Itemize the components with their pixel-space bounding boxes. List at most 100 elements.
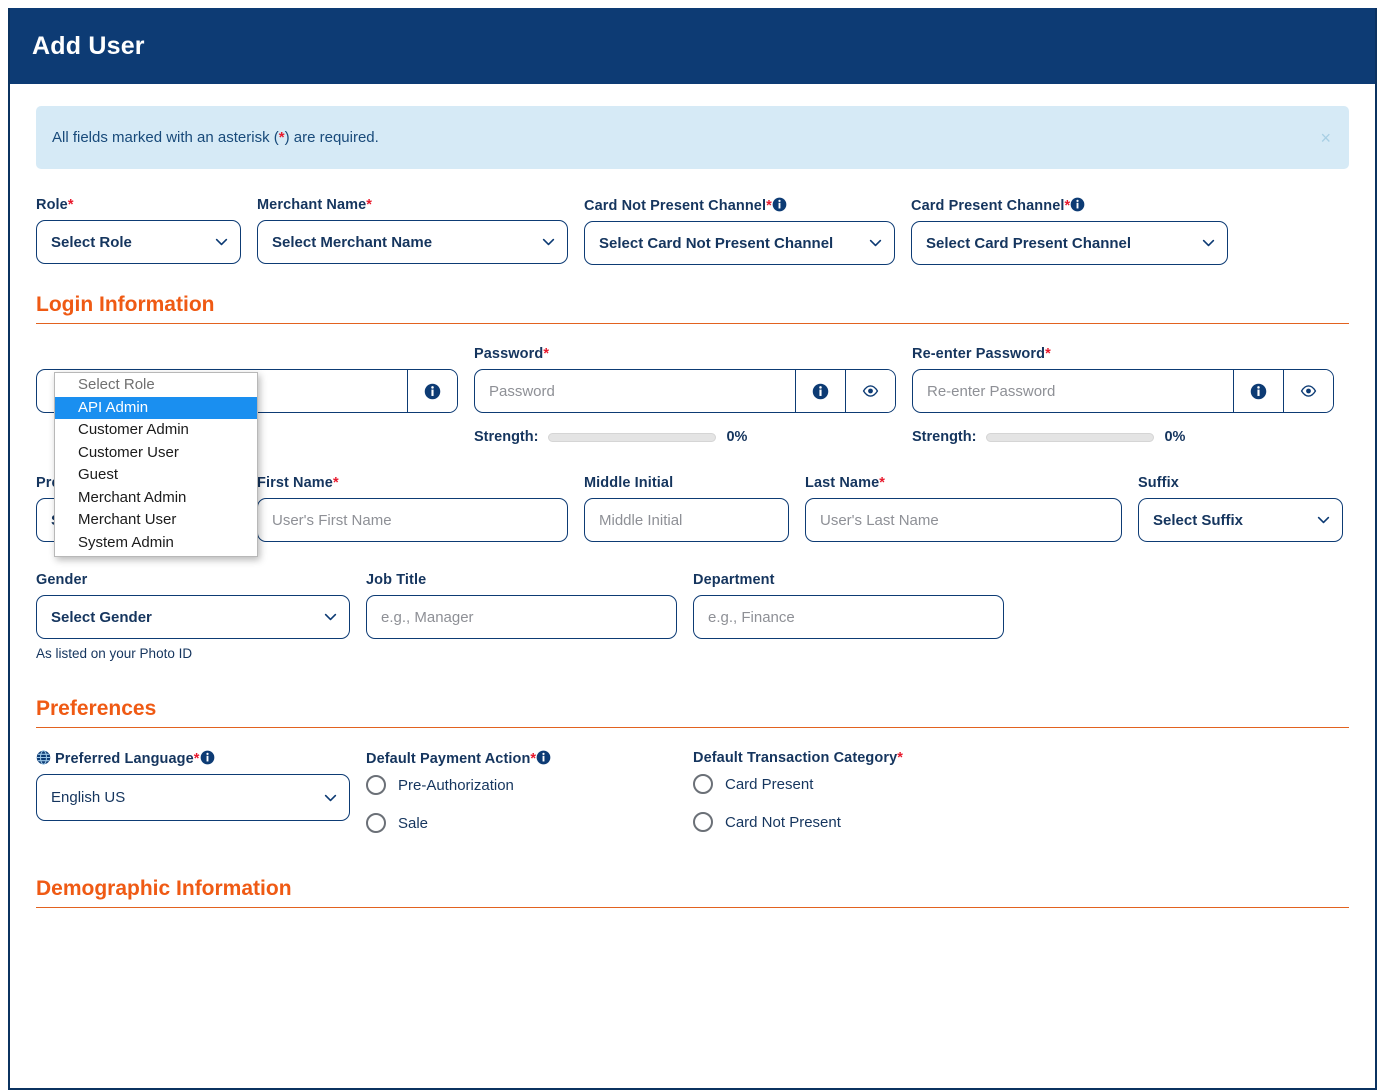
radio-pre-authorization[interactable]: Pre-Authorization bbox=[366, 775, 677, 795]
login-section: Login Information bbox=[36, 293, 1349, 324]
suffix-field: Suffix Select Suffix bbox=[1138, 475, 1343, 542]
alert-text-before: All fields marked with an asterisk ( bbox=[52, 129, 279, 146]
radio-icon bbox=[693, 774, 713, 794]
default-transaction-category-required-asterisk: * bbox=[897, 750, 903, 766]
section-divider bbox=[36, 907, 1349, 908]
job-title-input[interactable]: e.g., Manager bbox=[366, 595, 677, 639]
job-title-field: Job Title e.g., Manager bbox=[366, 572, 677, 639]
radio-label: Sale bbox=[398, 815, 428, 832]
cp-label-text: Card Present Channel bbox=[911, 198, 1065, 214]
demographic-section-title: Demographic Information bbox=[36, 877, 1349, 907]
suffix-label: Suffix bbox=[1138, 475, 1343, 491]
cp-selected-value: Select Card Present Channel bbox=[926, 235, 1131, 252]
middle-initial-input[interactable]: Middle Initial bbox=[584, 498, 789, 542]
role-select[interactable]: Select Role bbox=[36, 220, 241, 264]
info-icon[interactable] bbox=[200, 750, 215, 765]
password-input-group[interactable]: Password bbox=[474, 369, 896, 413]
preferences-section: Preferences bbox=[36, 697, 1349, 728]
gender-hint: As listed on your Photo ID bbox=[36, 646, 350, 661]
gender-select[interactable]: Select Gender bbox=[36, 595, 350, 639]
card-not-present-channel-select[interactable]: Select Card Not Present Channel bbox=[584, 221, 895, 265]
default-payment-action-field: Default Payment Action* Pre-Authorizatio… bbox=[366, 750, 677, 833]
form-body: All fields marked with an asterisk ( * ) a… bbox=[10, 84, 1375, 908]
card-present-channel-field: Card Present Channel* Select Card Presen… bbox=[911, 197, 1228, 265]
preferred-language-label-text: Preferred Language bbox=[55, 751, 194, 767]
account-row: Role* Select Role Merchant Name* Select … bbox=[36, 197, 1349, 265]
role-dropdown-list[interactable]: Select Role API Admin Customer Admin Cus… bbox=[54, 372, 258, 557]
alert-message: All fields marked with an asterisk (*) a… bbox=[52, 129, 379, 146]
preferred-language-select[interactable]: English US bbox=[36, 774, 350, 821]
chevron-down-icon bbox=[869, 237, 882, 250]
chevron-down-icon bbox=[1202, 237, 1215, 250]
radio-card-not-present[interactable]: Card Not Present bbox=[693, 812, 1033, 832]
password-label-text: Password bbox=[474, 346, 543, 362]
role-option-customer-user[interactable]: Customer User bbox=[55, 442, 257, 465]
preferred-language-label: Preferred Language* bbox=[36, 750, 350, 767]
window-titlebar: Add User bbox=[10, 8, 1375, 84]
first-name-label-text: First Name bbox=[257, 475, 333, 491]
reenter-password-input-group[interactable]: Re-enter Password bbox=[912, 369, 1334, 413]
login-section-title: Login Information bbox=[36, 293, 1349, 323]
info-icon[interactable] bbox=[772, 197, 787, 212]
chevron-down-icon bbox=[215, 236, 228, 249]
password-strength-value: 0% bbox=[726, 429, 747, 445]
close-icon[interactable]: × bbox=[1316, 127, 1335, 149]
middle-initial-label: Middle Initial bbox=[584, 475, 789, 491]
radio-icon bbox=[366, 775, 386, 795]
info-icon[interactable] bbox=[536, 750, 551, 765]
last-name-label-text: Last Name bbox=[805, 475, 879, 491]
last-name-input[interactable]: User's Last Name bbox=[805, 498, 1122, 542]
suffix-selected-value: Select Suffix bbox=[1153, 512, 1243, 529]
merchant-name-label-text: Merchant Name bbox=[257, 197, 366, 213]
alert-text-after: ) are required. bbox=[285, 129, 379, 146]
first-name-field: First Name* User's First Name bbox=[257, 475, 568, 542]
card-present-channel-select[interactable]: Select Card Present Channel bbox=[911, 221, 1228, 265]
department-label: Department bbox=[693, 572, 1004, 588]
chevron-down-icon bbox=[542, 236, 555, 249]
toggle-password-visibility-icon[interactable] bbox=[1283, 370, 1333, 412]
info-icon[interactable] bbox=[407, 370, 457, 412]
role-field: Role* Select Role bbox=[36, 197, 241, 264]
suffix-select[interactable]: Select Suffix bbox=[1138, 498, 1343, 542]
radio-label: Card Present bbox=[725, 776, 813, 793]
role-option-select-role[interactable]: Select Role bbox=[55, 374, 257, 397]
preferred-language-field: Preferred Language* English US bbox=[36, 750, 350, 821]
reenter-password-label: Re-enter Password* bbox=[912, 346, 1334, 362]
info-icon[interactable] bbox=[1070, 197, 1085, 212]
reenter-password-field: Re-enter Password* Re-enter Password Str… bbox=[912, 346, 1334, 445]
merchant-name-select[interactable]: Select Merchant Name bbox=[257, 220, 568, 264]
info-icon[interactable] bbox=[1233, 370, 1283, 412]
first-name-label: First Name* bbox=[257, 475, 568, 491]
radio-label: Card Not Present bbox=[725, 814, 841, 831]
radio-sale[interactable]: Sale bbox=[366, 813, 677, 833]
department-input[interactable]: e.g., Finance bbox=[693, 595, 1004, 639]
password-strength-label: Strength: bbox=[474, 429, 538, 445]
cnp-selected-value: Select Card Not Present Channel bbox=[599, 235, 833, 252]
username-label bbox=[36, 346, 458, 362]
chevron-down-icon bbox=[1317, 514, 1330, 527]
reenter-password-strength-value: 0% bbox=[1164, 429, 1185, 445]
role-option-api-admin[interactable]: API Admin bbox=[55, 397, 257, 420]
preferred-language-selected-value: English US bbox=[51, 789, 125, 806]
card-present-channel-label: Card Present Channel* bbox=[911, 197, 1228, 214]
add-user-window: Add User All fields marked with an aster… bbox=[8, 8, 1377, 1090]
role-option-merchant-admin[interactable]: Merchant Admin bbox=[55, 487, 257, 510]
password-label: Password* bbox=[474, 346, 896, 362]
password-input[interactable]: Password bbox=[475, 370, 795, 412]
merchant-name-required-asterisk: * bbox=[366, 197, 372, 213]
reenter-password-strength-bar bbox=[986, 433, 1154, 442]
merchant-name-label: Merchant Name* bbox=[257, 197, 568, 213]
role-option-customer-admin[interactable]: Customer Admin bbox=[55, 419, 257, 442]
last-name-field: Last Name* User's Last Name bbox=[805, 475, 1122, 542]
role-option-merchant-user[interactable]: Merchant User bbox=[55, 509, 257, 532]
preferences-section-title: Preferences bbox=[36, 697, 1349, 727]
role-option-guest[interactable]: Guest bbox=[55, 464, 257, 487]
info-icon[interactable] bbox=[795, 370, 845, 412]
radio-icon bbox=[366, 813, 386, 833]
demographic-section: Demographic Information bbox=[36, 877, 1349, 908]
role-option-system-admin[interactable]: System Admin bbox=[55, 532, 257, 555]
toggle-password-visibility-icon[interactable] bbox=[845, 370, 895, 412]
reenter-password-input[interactable]: Re-enter Password bbox=[913, 370, 1233, 412]
first-name-input[interactable]: User's First Name bbox=[257, 498, 568, 542]
radio-card-present[interactable]: Card Present bbox=[693, 774, 1033, 794]
